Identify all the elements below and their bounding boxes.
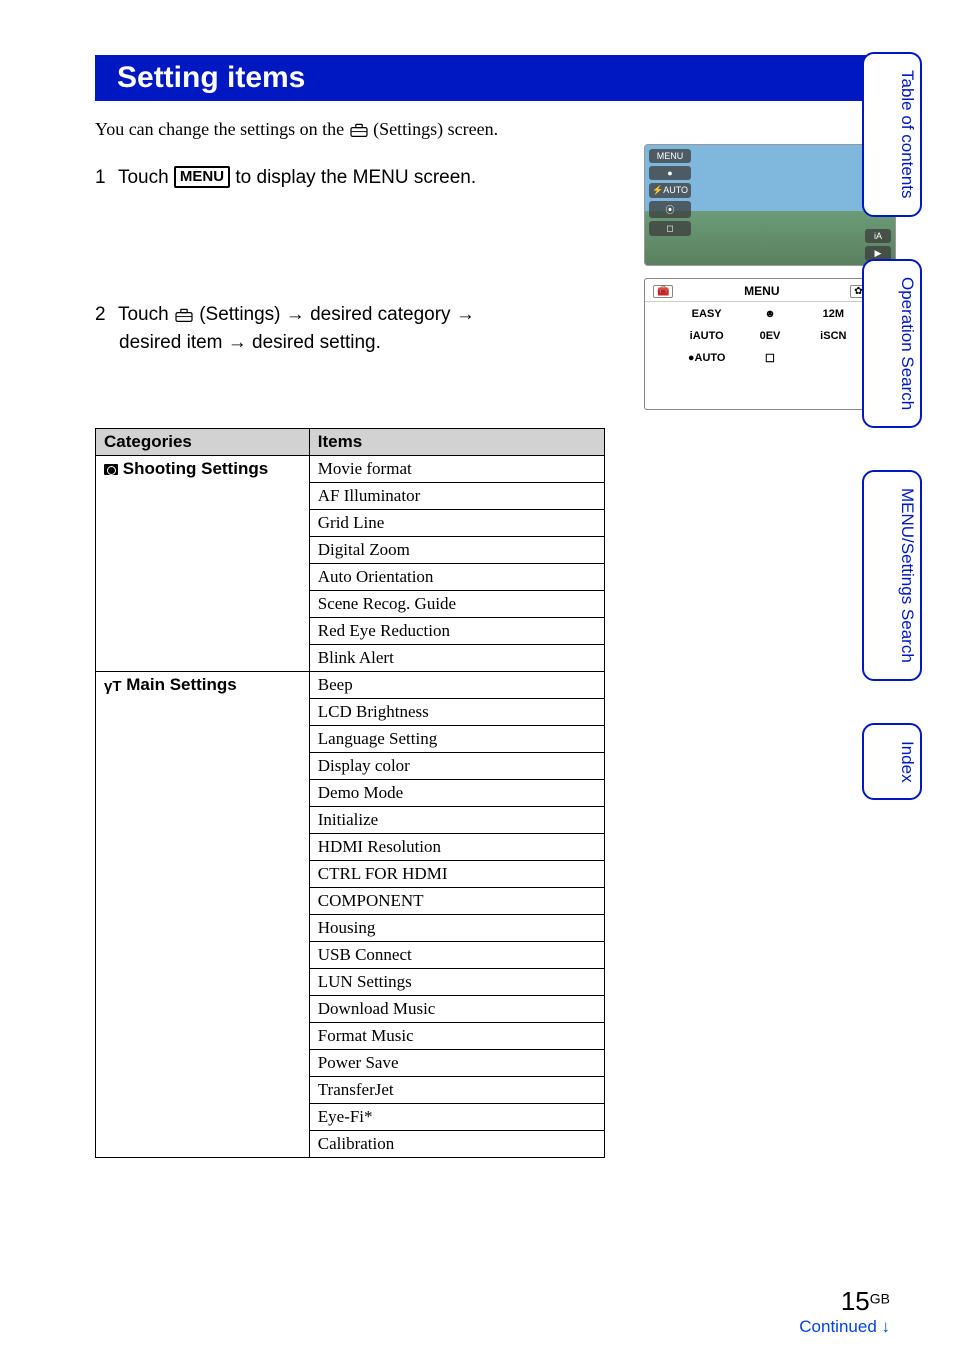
category-main-settings: γT Main Settings bbox=[96, 672, 310, 1158]
step-1-suffix: to display the MENU screen. bbox=[235, 167, 476, 188]
tab-menu-settings-search[interactable]: MENU/Settings Search bbox=[862, 470, 922, 681]
item-ctrl-for-hdmi[interactable]: CTRL FOR HDMI bbox=[309, 861, 604, 888]
item-lun-settings[interactable]: LUN Settings bbox=[309, 969, 604, 996]
item-power-save[interactable]: Power Save bbox=[309, 1050, 604, 1077]
item-scene-recog-guide[interactable]: Scene Recog. Guide bbox=[309, 591, 604, 618]
page-gb: GB bbox=[870, 1291, 890, 1307]
toolbox-icon bbox=[349, 122, 369, 138]
ss2-item: iAUTO bbox=[675, 330, 738, 342]
ss2-item bbox=[802, 352, 865, 365]
screenshot-camera-view: MENU ● ⚡AUTO ⦿ ◻ iA ▶ bbox=[644, 144, 896, 266]
step-2-mid: (Settings) → desired category → bbox=[199, 304, 475, 325]
item-red-eye-reduction[interactable]: Red Eye Reduction bbox=[309, 618, 604, 645]
tools-icon: γT bbox=[104, 678, 122, 695]
item-calibration[interactable]: Calibration bbox=[309, 1131, 604, 1158]
tab-operation-search[interactable]: Operation Search bbox=[862, 259, 922, 428]
page-title: Setting items bbox=[95, 55, 894, 101]
camera-icon bbox=[104, 464, 118, 475]
continued-link[interactable]: Continued ↓ bbox=[799, 1317, 890, 1337]
ss2-item: ●AUTO bbox=[675, 352, 738, 365]
step-1-number: 1 bbox=[95, 164, 113, 193]
ss1-icon-disp: ◻ bbox=[649, 221, 691, 236]
intro-prefix: You can change the settings on the bbox=[95, 119, 349, 139]
category-shooting-label: Shooting Settings bbox=[123, 459, 268, 478]
page-footer: 15GB Continued ↓ bbox=[799, 1286, 890, 1337]
screenshot-menu-view: 🧰 MENU ✿ ✕ EASY ☻ 12M iAUTO 0EV iSCN ●AU… bbox=[644, 278, 896, 410]
step-1-prefix: Touch bbox=[118, 167, 174, 188]
item-eye-fi[interactable]: Eye-Fi* bbox=[309, 1104, 604, 1131]
ss2-item: iSCN bbox=[802, 330, 865, 342]
side-tabs: Table of contents Operation Search MENU/… bbox=[862, 52, 922, 800]
category-shooting-settings: Shooting Settings bbox=[96, 456, 310, 672]
th-items: Items bbox=[309, 429, 604, 456]
item-af-illuminator[interactable]: AF Illuminator bbox=[309, 483, 604, 510]
item-auto-orientation[interactable]: Auto Orientation bbox=[309, 564, 604, 591]
item-format-music[interactable]: Format Music bbox=[309, 1023, 604, 1050]
ss2-toolbox-icon: 🧰 bbox=[653, 285, 673, 298]
ss1-icon-movie: ● bbox=[649, 166, 691, 180]
item-beep[interactable]: Beep bbox=[309, 672, 604, 699]
ss2-item: 12M bbox=[802, 308, 865, 320]
item-transferjet[interactable]: TransferJet bbox=[309, 1077, 604, 1104]
ss2-grid: EASY ☻ 12M iAUTO 0EV iSCN ●AUTO ☐ bbox=[645, 302, 895, 371]
item-usb-connect[interactable]: USB Connect bbox=[309, 942, 604, 969]
tab-index[interactable]: Index bbox=[862, 723, 922, 801]
toolbox-icon bbox=[174, 307, 194, 323]
item-housing[interactable]: Housing bbox=[309, 915, 604, 942]
ss2-item: ☐ bbox=[738, 352, 801, 365]
tab-table-of-contents[interactable]: Table of contents bbox=[862, 52, 922, 217]
item-blink-alert[interactable]: Blink Alert bbox=[309, 645, 604, 672]
settings-table: Categories Items Shooting Settings Movie… bbox=[95, 428, 605, 1158]
th-categories: Categories bbox=[96, 429, 310, 456]
item-grid-line[interactable]: Grid Line bbox=[309, 510, 604, 537]
item-digital-zoom[interactable]: Digital Zoom bbox=[309, 537, 604, 564]
item-download-music[interactable]: Download Music bbox=[309, 996, 604, 1023]
intro-suffix: (Settings) screen. bbox=[373, 119, 498, 139]
item-movie-format[interactable]: Movie format bbox=[309, 456, 604, 483]
item-demo-mode[interactable]: Demo Mode bbox=[309, 780, 604, 807]
step-2-line2: desired item → desired setting. bbox=[119, 329, 624, 358]
ss2-menu-label: MENU bbox=[744, 284, 779, 298]
item-initialize[interactable]: Initialize bbox=[309, 807, 604, 834]
menu-button-label: MENU bbox=[174, 166, 230, 188]
ss2-item: ☻ bbox=[738, 308, 801, 320]
category-main-label: Main Settings bbox=[126, 675, 237, 694]
step-2-number: 2 bbox=[95, 301, 113, 330]
item-component[interactable]: COMPONENT bbox=[309, 888, 604, 915]
item-hdmi-resolution[interactable]: HDMI Resolution bbox=[309, 834, 604, 861]
ss2-item: EASY bbox=[675, 308, 738, 320]
ss1-icon-menu: MENU bbox=[649, 149, 691, 163]
item-lcd-brightness[interactable]: LCD Brightness bbox=[309, 699, 604, 726]
ss1-icon-flash: ⚡AUTO bbox=[649, 183, 691, 198]
step-2-prefix: Touch bbox=[118, 304, 174, 325]
ss2-item: 0EV bbox=[738, 330, 801, 342]
screenshot1-left-icons: MENU ● ⚡AUTO ⦿ ◻ bbox=[649, 149, 691, 236]
step-1: 1 Touch MENU to display the MENU screen. bbox=[95, 164, 624, 193]
item-display-color[interactable]: Display color bbox=[309, 753, 604, 780]
page-number: 15 bbox=[841, 1286, 870, 1316]
ss1-icon-timer: ⦿ bbox=[649, 201, 691, 218]
step-2: 2 Touch (Settings) → desired category → … bbox=[95, 301, 624, 358]
intro-text: You can change the settings on the (Sett… bbox=[95, 119, 894, 140]
item-language-setting[interactable]: Language Setting bbox=[309, 726, 604, 753]
